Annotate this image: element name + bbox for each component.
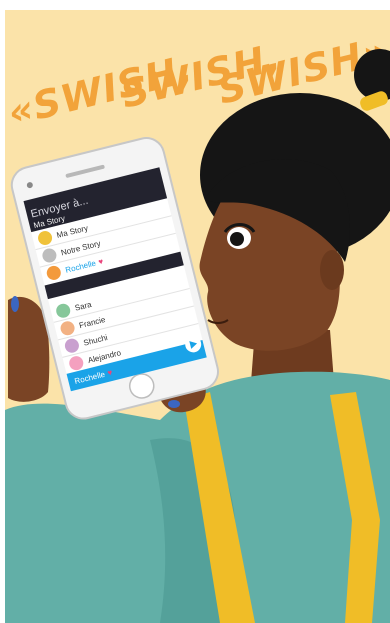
nail-right-2 [168, 400, 180, 408]
scene: «SWISH, SWISH, SWISH» Envoyer à... Ma St… [0, 0, 390, 623]
ear [320, 250, 344, 290]
nail-left [11, 296, 19, 312]
pupil [230, 232, 244, 246]
illustration: «SWISH, SWISH, SWISH» Envoyer à... Ma St… [0, 0, 390, 623]
